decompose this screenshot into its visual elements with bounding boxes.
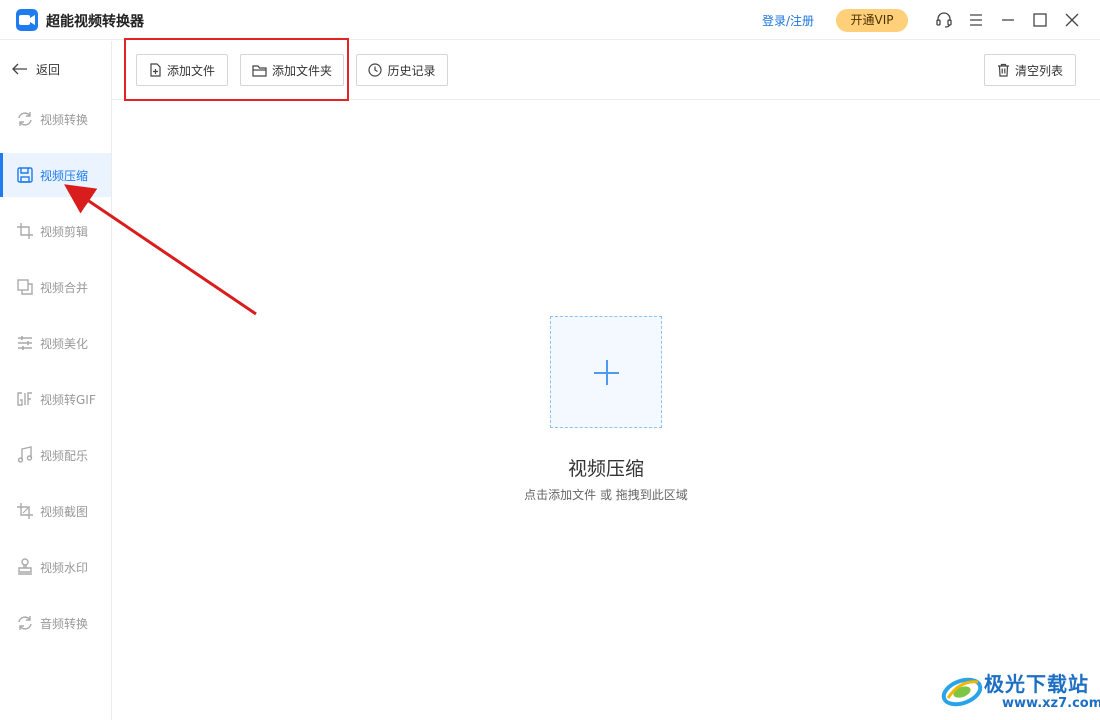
gif-icon bbox=[17, 392, 32, 406]
compress-icon bbox=[17, 167, 33, 183]
trash-icon bbox=[997, 63, 1009, 77]
sidebar-item-video-screenshot[interactable]: 视频截图 bbox=[0, 489, 111, 533]
history-button[interactable]: 历史记录 bbox=[356, 54, 448, 86]
app-logo-icon bbox=[16, 9, 38, 31]
add-folder-button[interactable]: 添加文件夹 bbox=[240, 54, 344, 86]
headset-support-icon[interactable] bbox=[934, 10, 954, 30]
stamp-icon bbox=[18, 558, 32, 575]
watermark-logo-icon bbox=[941, 677, 983, 707]
file-add-icon bbox=[150, 63, 161, 77]
add-folder-label: 添加文件夹 bbox=[271, 63, 332, 78]
refresh-icon bbox=[18, 616, 32, 630]
sidebar-item-video-music[interactable]: 视频配乐 bbox=[0, 433, 111, 477]
sidebar-item-label: 视频美化 bbox=[40, 337, 89, 351]
sidebar-item-video-convert[interactable]: 视频转换 bbox=[0, 97, 111, 141]
crop-icon bbox=[17, 223, 33, 239]
minimize-icon[interactable] bbox=[998, 10, 1018, 30]
sidebar-item-label: 视频剪辑 bbox=[40, 225, 89, 239]
merge-icon bbox=[17, 279, 33, 295]
sidebar-item-label: 视频配乐 bbox=[40, 449, 89, 463]
add-file-button[interactable]: 添加文件 bbox=[136, 54, 228, 86]
back-button[interactable]: 返回 bbox=[12, 59, 60, 79]
music-icon bbox=[17, 446, 33, 463]
clock-icon bbox=[368, 63, 383, 77]
open-vip-button[interactable]: 开通VIP bbox=[836, 9, 908, 32]
sliders-icon bbox=[18, 336, 32, 350]
clear-list-label: 清空列表 bbox=[1014, 63, 1063, 78]
screenshot-crop-icon bbox=[17, 503, 33, 519]
maximize-icon[interactable] bbox=[1030, 10, 1050, 30]
sidebar-item-label: 视频截图 bbox=[40, 505, 89, 519]
folder-icon bbox=[252, 64, 267, 77]
clear-list-button[interactable]: 清空列表 bbox=[984, 54, 1076, 86]
close-icon[interactable] bbox=[1062, 10, 1082, 30]
watermark-url: www.xz7.com bbox=[1002, 696, 1100, 711]
add-file-label: 添加文件 bbox=[166, 63, 215, 78]
arrow-left-icon bbox=[12, 63, 27, 75]
sidebar-item-video-merge[interactable]: 视频合并 bbox=[0, 265, 111, 309]
sidebar-item-video-beautify[interactable]: 视频美化 bbox=[0, 321, 111, 365]
back-label: 返回 bbox=[36, 62, 61, 77]
refresh-icon bbox=[18, 112, 32, 126]
sidebar-item-label: 视频转GIF bbox=[40, 393, 96, 407]
history-label: 历史记录 bbox=[387, 63, 436, 78]
sidebar-item-video-edit[interactable]: 视频剪辑 bbox=[0, 209, 111, 253]
site-watermark: 极光下载站 www.xz7.com bbox=[940, 666, 1100, 716]
sidebar-item-label: 视频合并 bbox=[40, 281, 89, 295]
watermark-text: 极光下载站 bbox=[984, 672, 1089, 696]
app-title: 超能视频转换器 bbox=[46, 14, 144, 30]
sidebar-item-video-to-gif[interactable]: 视频转GIF bbox=[0, 377, 111, 421]
sidebar-item-video-watermark[interactable]: 视频水印 bbox=[0, 545, 111, 589]
toolbar: 添加文件 添加文件夹 历史记录 清空列表 bbox=[112, 41, 1100, 100]
menu-icon[interactable] bbox=[966, 10, 986, 30]
sidebar: 返回 视频转换 视频压缩 视频剪辑 视频合并 视频美化 视频转GIF 视频配乐 … bbox=[0, 41, 112, 720]
title-bar: 超能视频转换器 登录/注册 开通VIP bbox=[0, 0, 1100, 40]
sidebar-item-label: 音频转换 bbox=[40, 617, 89, 631]
empty-state-hint: 点击添加文件 或 拖拽到此区域 bbox=[524, 488, 688, 502]
sidebar-item-label: 视频压缩 bbox=[40, 169, 89, 183]
empty-state-title: 视频压缩 bbox=[567, 458, 644, 480]
login-register-link[interactable]: 登录/注册 bbox=[762, 12, 814, 29]
sidebar-item-audio-convert[interactable]: 音频转换 bbox=[0, 601, 111, 645]
sidebar-item-label: 视频转换 bbox=[40, 113, 89, 127]
drop-zone-add-button[interactable] bbox=[550, 316, 662, 428]
sidebar-item-video-compress[interactable]: 视频压缩 bbox=[0, 153, 111, 197]
sidebar-item-label: 视频水印 bbox=[40, 561, 89, 575]
